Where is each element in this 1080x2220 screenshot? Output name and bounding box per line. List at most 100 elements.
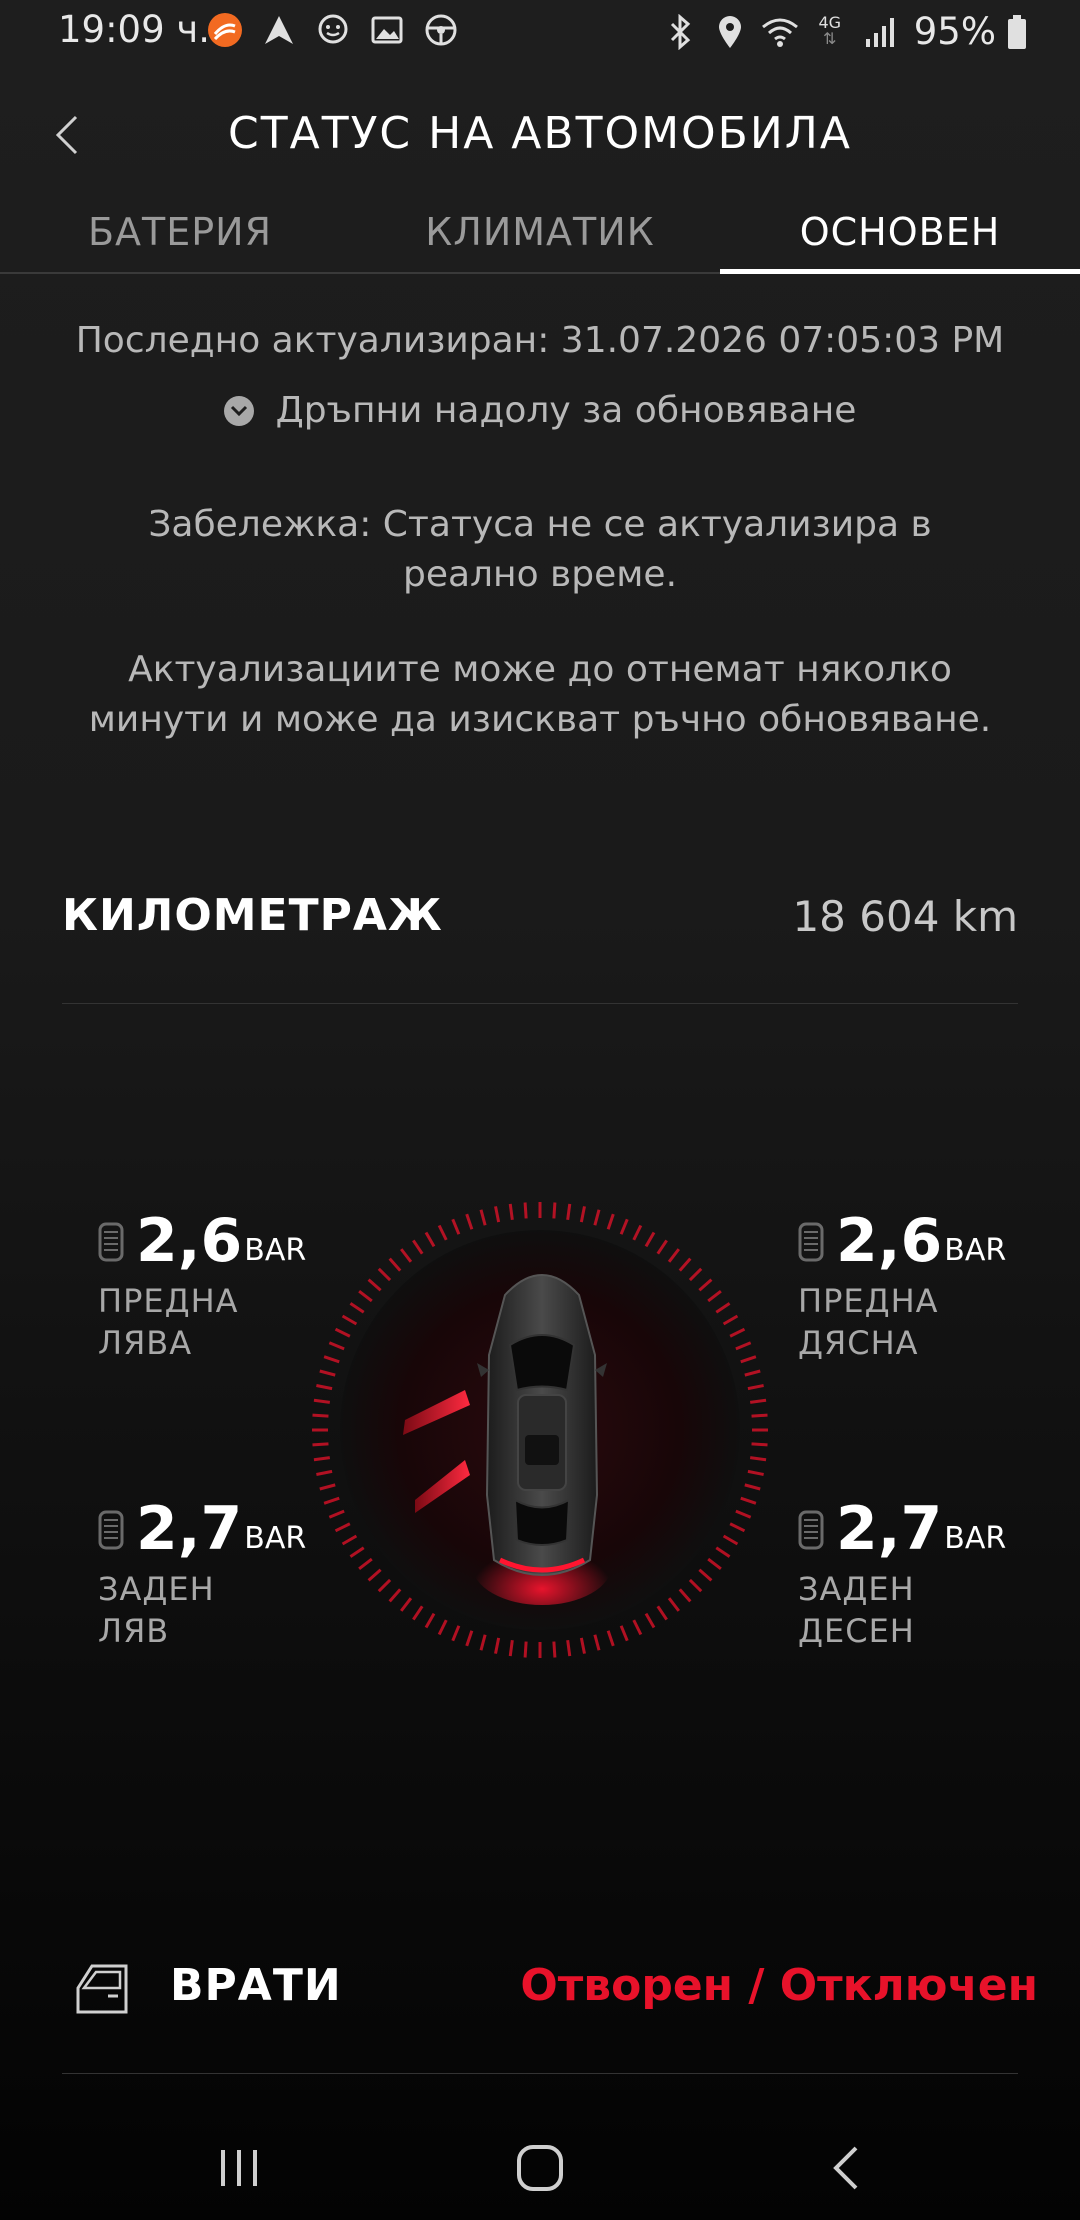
gauge-tick — [334, 1327, 351, 1338]
tab-climate[interactable]: КЛИМАТИК — [360, 210, 720, 272]
tire-label-line2: ДЯСНА — [798, 1324, 919, 1362]
recent-apps-button[interactable] — [210, 2138, 270, 2198]
gauge-tick — [323, 1496, 340, 1505]
tire-icon — [798, 1222, 824, 1262]
gauge-tick — [656, 1239, 668, 1255]
header: СТАТУС НА АВТОМОБИЛА — [0, 96, 1080, 176]
gauge-tick — [312, 1442, 329, 1447]
tire-icon — [98, 1222, 124, 1262]
gauge-tick — [644, 1231, 656, 1248]
page-title: СТАТУС НА АВТОМОБИЛА — [228, 108, 852, 159]
mileage-label: КИЛОМЕТРАЖ — [62, 890, 443, 941]
gauge-tick — [722, 1534, 739, 1546]
tire-label-line1: ЗАДЕН — [98, 1570, 215, 1608]
home-button[interactable] — [510, 2138, 570, 2198]
status-icons-left — [205, 10, 461, 50]
gauge-tick — [644, 1612, 656, 1629]
gauge-tick — [377, 1578, 392, 1593]
gauge-tick — [619, 1625, 629, 1642]
gauge-tick — [749, 1456, 767, 1462]
gauge-tick — [678, 1588, 692, 1603]
gauge-tick — [735, 1509, 752, 1519]
chevron-down-icon — [223, 395, 254, 426]
app-icon — [205, 10, 245, 50]
gauge-tick — [715, 1546, 731, 1558]
tire-pressure-unit: BAR — [244, 1521, 307, 1556]
network-type: 4G — [818, 12, 842, 32]
gauge-tick — [751, 1413, 768, 1418]
gauge-tick — [656, 1605, 668, 1621]
tire-rear-right: 2,7 BAR ЗАДЕН ДЕСЕН — [798, 1498, 1018, 1652]
gauge-tick — [698, 1568, 713, 1582]
car-door-icon — [76, 1964, 128, 2014]
gauge-tick — [479, 1209, 487, 1226]
system-back-button[interactable] — [815, 2138, 875, 2198]
gauge-tick — [749, 1398, 767, 1404]
gauge-tick — [593, 1634, 601, 1651]
chevron-left-icon — [833, 2146, 858, 2190]
tire-pressure-unit: BAR — [944, 1521, 1007, 1556]
gauge-tick — [494, 1637, 501, 1654]
bluetooth-icon — [660, 12, 700, 52]
status-icons-right: 4G ⇅ 95% — [660, 10, 1028, 53]
tire-icon — [798, 1510, 824, 1550]
gauge-tick — [400, 1248, 413, 1263]
tire-pressure-value: 2,6 — [836, 1206, 943, 1276]
battery-icon — [1006, 12, 1028, 52]
gauge-tick — [334, 1522, 351, 1533]
recent-apps-icon — [221, 2150, 257, 2186]
gauge-tick — [593, 1209, 601, 1226]
gauge-tick — [707, 1557, 722, 1570]
gauge-tick — [744, 1483, 761, 1491]
gauge-tick — [358, 1290, 373, 1303]
gauge-tick — [722, 1314, 739, 1326]
gauge-tick — [552, 1202, 557, 1219]
car-illustration — [312, 1202, 768, 1658]
last-updated-text: Последно актуализиран: 31.07.2026 07:05:… — [75, 320, 1005, 361]
gauge-tick — [316, 1469, 333, 1476]
gauge-tick — [319, 1369, 336, 1377]
update-delay-note: Актуализациите може до отнемат няколко м… — [88, 649, 992, 740]
tab-battery[interactable]: БАТЕРИЯ — [0, 210, 360, 272]
gauge-tick — [707, 1290, 722, 1303]
navigation-icon — [259, 10, 299, 50]
tire-pressure-value: 2,7 — [136, 1494, 243, 1564]
gauge-tick — [341, 1534, 358, 1546]
gauge-tick — [437, 1224, 448, 1241]
tire-label-line1: ПРЕДНА — [798, 1282, 939, 1320]
gauge-tick — [729, 1522, 746, 1533]
gauge-tick — [688, 1578, 703, 1593]
tire-label-line2: ЛЯВ — [98, 1612, 170, 1650]
gauge-tick — [437, 1619, 448, 1636]
gauge-tick — [566, 1639, 572, 1657]
gauge-tick — [688, 1267, 703, 1282]
gauge-tick — [424, 1231, 436, 1248]
gallery-icon — [367, 10, 407, 50]
gauge-tick — [313, 1398, 331, 1404]
gauge-tick — [740, 1355, 757, 1364]
gauge-tick — [667, 1597, 680, 1612]
mileage-row: КИЛОМЕТРАЖ 18 604 km — [62, 880, 1018, 1004]
gauge-tick — [367, 1568, 382, 1582]
gauge-tick — [349, 1546, 365, 1558]
gauge-tick — [579, 1637, 586, 1654]
gauge-tick — [412, 1239, 424, 1255]
gauge-tick — [523, 1641, 528, 1658]
gauge-tick — [508, 1639, 514, 1657]
gauge-tick — [319, 1483, 336, 1491]
gauge-tick — [465, 1630, 474, 1647]
gauge-tick — [523, 1202, 528, 1219]
gauge-tick — [328, 1341, 345, 1351]
tab-general[interactable]: ОСНОВЕН — [720, 210, 1080, 274]
doors-status: Отворен / Отключен — [520, 1960, 1038, 2011]
tire-front-right: 2,6 BAR ПРЕДНА ДЯСНА — [798, 1210, 1018, 1364]
tab-bar: БАТЕРИЯ КЛИМАТИК ОСНОВЕН — [0, 200, 1080, 274]
gauge-tick — [508, 1203, 514, 1221]
doors-row[interactable]: ВРАТИ Отворен / Отключен — [62, 1930, 1038, 2074]
tire-rear-left: 2,7 BAR ЗАДЕН ЛЯВ — [98, 1498, 318, 1652]
gauge-tick — [552, 1641, 557, 1658]
gauge-tick — [358, 1557, 373, 1570]
car-top-view — [305, 1195, 775, 1665]
gauge-tick — [698, 1278, 713, 1292]
gauge-tick — [735, 1341, 752, 1351]
